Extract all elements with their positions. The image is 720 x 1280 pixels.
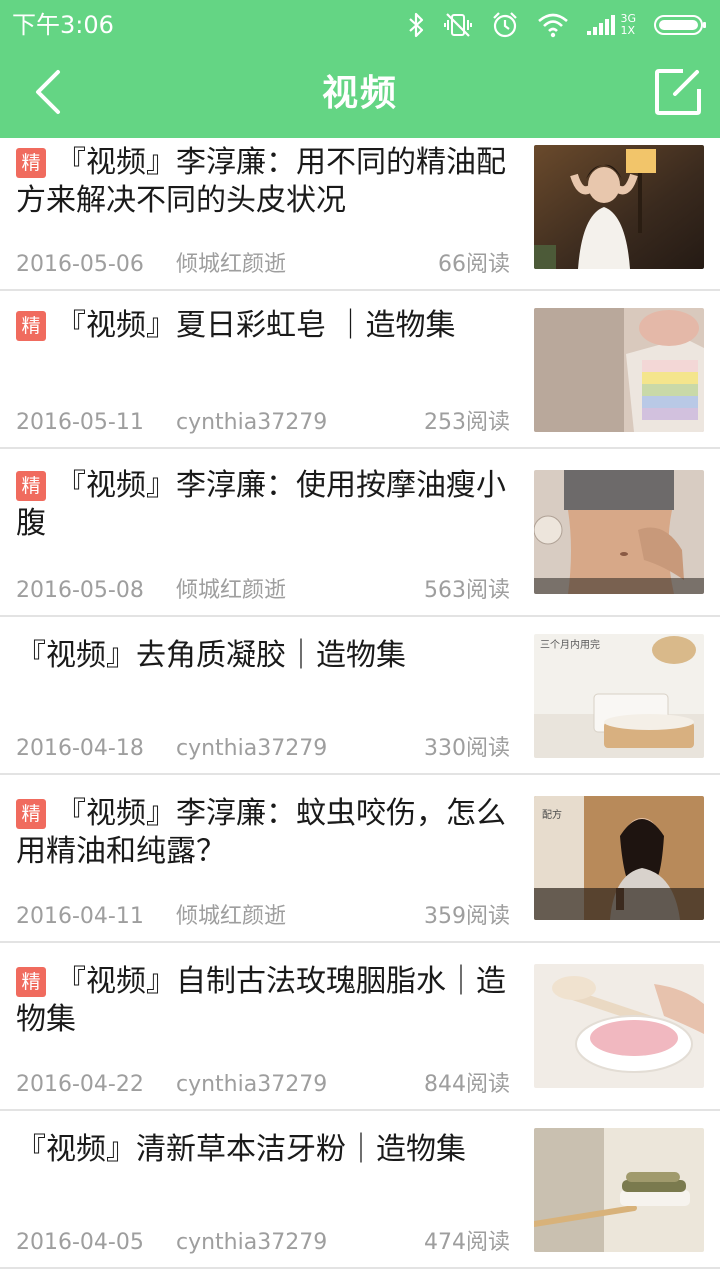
battery-icon — [654, 13, 708, 37]
article-author: cynthia37279 — [176, 410, 328, 435]
article-author: cynthia37279 — [176, 1072, 328, 1097]
featured-badge: 精 — [16, 967, 46, 997]
article-read-count: 359阅读 — [424, 904, 510, 929]
article-title: 精『视频』夏日彩虹皂 ｜造物集 — [16, 307, 511, 345]
article-item[interactable]: 精『视频』李淳廉：蚊虫咬伤，怎么用精油和纯露？ 2016-04-11 倾城红颜逝… — [0, 775, 720, 943]
article-meta: 2016-04-11 倾城红颜逝 359阅读 — [16, 902, 510, 932]
article-title: 『视频』去角质凝胶｜造物集 — [16, 637, 511, 675]
article-item[interactable]: 精『视频』夏日彩虹皂 ｜造物集 2016-05-11 cynthia37279 … — [0, 291, 720, 449]
article-date: 2016-04-22 — [16, 1072, 144, 1097]
article-title-text: 『视频』李淳廉：蚊虫咬伤，怎么用精油和纯露？ — [16, 796, 506, 869]
article-date: 2016-04-18 — [16, 736, 144, 761]
article-meta: 2016-05-06 倾城红颜逝 66阅读 — [16, 250, 510, 280]
back-button[interactable] — [22, 68, 74, 120]
article-title: 精『视频』李淳廉：蚊虫咬伤，怎么用精油和纯露？ — [16, 795, 511, 871]
article-title: 『视频』清新草本洁牙粉｜造物集 — [16, 1131, 511, 1169]
article-thumbnail — [534, 470, 704, 594]
article-date: 2016-04-05 — [16, 1230, 144, 1255]
thumb-caption: 配方 — [542, 808, 562, 821]
featured-badge: 精 — [16, 799, 46, 829]
belly-massage-photo — [534, 470, 704, 594]
article-read-count: 563阅读 — [424, 578, 510, 603]
network-sub-label: 1X — [620, 24, 636, 37]
title-bar: 视频 — [0, 50, 720, 138]
article-author: cynthia37279 — [176, 1230, 328, 1255]
article-author: 倾城红颜逝 — [176, 904, 287, 929]
vibrate-off-icon — [443, 11, 473, 39]
edit-button[interactable] — [650, 66, 706, 122]
article-title-text: 『视频』清新草本洁牙粉｜造物集 — [16, 1132, 466, 1167]
edit-compose-icon — [653, 67, 703, 121]
article-list: 精『视频』李淳廉：用不同的精油配方来解决不同的头皮状况 2016-05-06 倾… — [0, 138, 720, 1269]
article-title: 精『视频』李淳廉：使用按摩油瘦小腹 — [16, 467, 511, 543]
article-meta: 2016-04-22 cynthia37279 844阅读 — [16, 1070, 510, 1100]
article-item[interactable]: 『视频』去角质凝胶｜造物集 2016-04-18 cynthia37279 33… — [0, 617, 720, 775]
article-read-count: 66阅读 — [438, 252, 510, 277]
exfoliating-gel-photo: 三个月内用完 — [534, 634, 704, 758]
alarm-icon — [491, 11, 519, 39]
article-item[interactable]: 『视频』清新草本洁牙粉｜造物集 2016-04-05 cynthia37279 … — [0, 1111, 720, 1269]
article-read-count: 844阅读 — [424, 1072, 510, 1097]
article-title-text: 『视频』李淳廉：使用按摩油瘦小腹 — [16, 468, 506, 541]
toothbrush-photo — [534, 1128, 704, 1252]
status-time: 下午3:06 — [12, 11, 114, 39]
article-read-count: 474阅读 — [424, 1230, 510, 1255]
woman-oils-photo: 配方 — [534, 796, 704, 920]
article-thumbnail — [534, 308, 704, 432]
woman-hair-photo — [534, 145, 704, 269]
article-item[interactable]: 精『视频』自制古法玫瑰胭脂水｜造物集 2016-04-22 cynthia372… — [0, 943, 720, 1111]
article-title: 精『视频』自制古法玫瑰胭脂水｜造物集 — [16, 963, 511, 1039]
article-date: 2016-05-06 — [16, 252, 144, 277]
article-item[interactable]: 精『视频』李淳廉：使用按摩油瘦小腹 2016-05-08 倾城红颜逝 563阅读 — [0, 449, 720, 617]
article-read-count: 253阅读 — [424, 410, 510, 435]
article-thumbnail: 配方 — [534, 796, 704, 920]
article-author: 倾城红颜逝 — [176, 252, 287, 277]
signal-icon: 3G 1X — [587, 13, 636, 37]
article-thumbnail — [534, 145, 704, 269]
page-title: 视频 — [321, 73, 398, 114]
featured-badge: 精 — [16, 311, 46, 341]
article-read-count: 330阅读 — [424, 736, 510, 761]
article-title-text: 『视频』夏日彩虹皂 ｜造物集 — [56, 308, 456, 343]
article-thumbnail — [534, 1128, 704, 1252]
article-title-text: 『视频』去角质凝胶｜造物集 — [16, 638, 406, 673]
wifi-icon — [537, 12, 569, 38]
rose-rouge-photo — [534, 964, 704, 1088]
status-bar: 下午3:06 3G 1X — [0, 0, 720, 50]
featured-badge: 精 — [16, 148, 46, 178]
article-title: 精『视频』李淳廉：用不同的精油配方来解决不同的头皮状况 — [16, 144, 511, 220]
article-date: 2016-04-11 — [16, 904, 144, 929]
article-author: 倾城红颜逝 — [176, 578, 287, 603]
article-meta: 2016-04-05 cynthia37279 474阅读 — [16, 1228, 510, 1258]
article-meta: 2016-05-08 倾城红颜逝 563阅读 — [16, 576, 510, 606]
article-item[interactable]: 精『视频』李淳廉：用不同的精油配方来解决不同的头皮状况 2016-05-06 倾… — [0, 138, 720, 291]
article-meta: 2016-05-11 cynthia37279 253阅读 — [16, 408, 510, 438]
article-meta: 2016-04-18 cynthia37279 330阅读 — [16, 734, 510, 764]
article-thumbnail: 三个月内用完 — [534, 634, 704, 758]
article-thumbnail — [534, 964, 704, 1088]
article-author: cynthia37279 — [176, 736, 328, 761]
rainbow-soap-photo — [534, 308, 704, 432]
thumb-caption: 三个月内用完 — [540, 638, 600, 651]
status-icons: 3G 1X — [407, 10, 708, 40]
article-date: 2016-05-08 — [16, 578, 144, 603]
article-date: 2016-05-11 — [16, 410, 144, 435]
bluetooth-icon — [407, 11, 425, 39]
article-title-text: 『视频』自制古法玫瑰胭脂水｜造物集 — [16, 964, 506, 1037]
back-chevron-icon — [33, 69, 63, 119]
featured-badge: 精 — [16, 471, 46, 501]
article-title-text: 『视频』李淳廉：用不同的精油配方来解决不同的头皮状况 — [16, 145, 506, 218]
